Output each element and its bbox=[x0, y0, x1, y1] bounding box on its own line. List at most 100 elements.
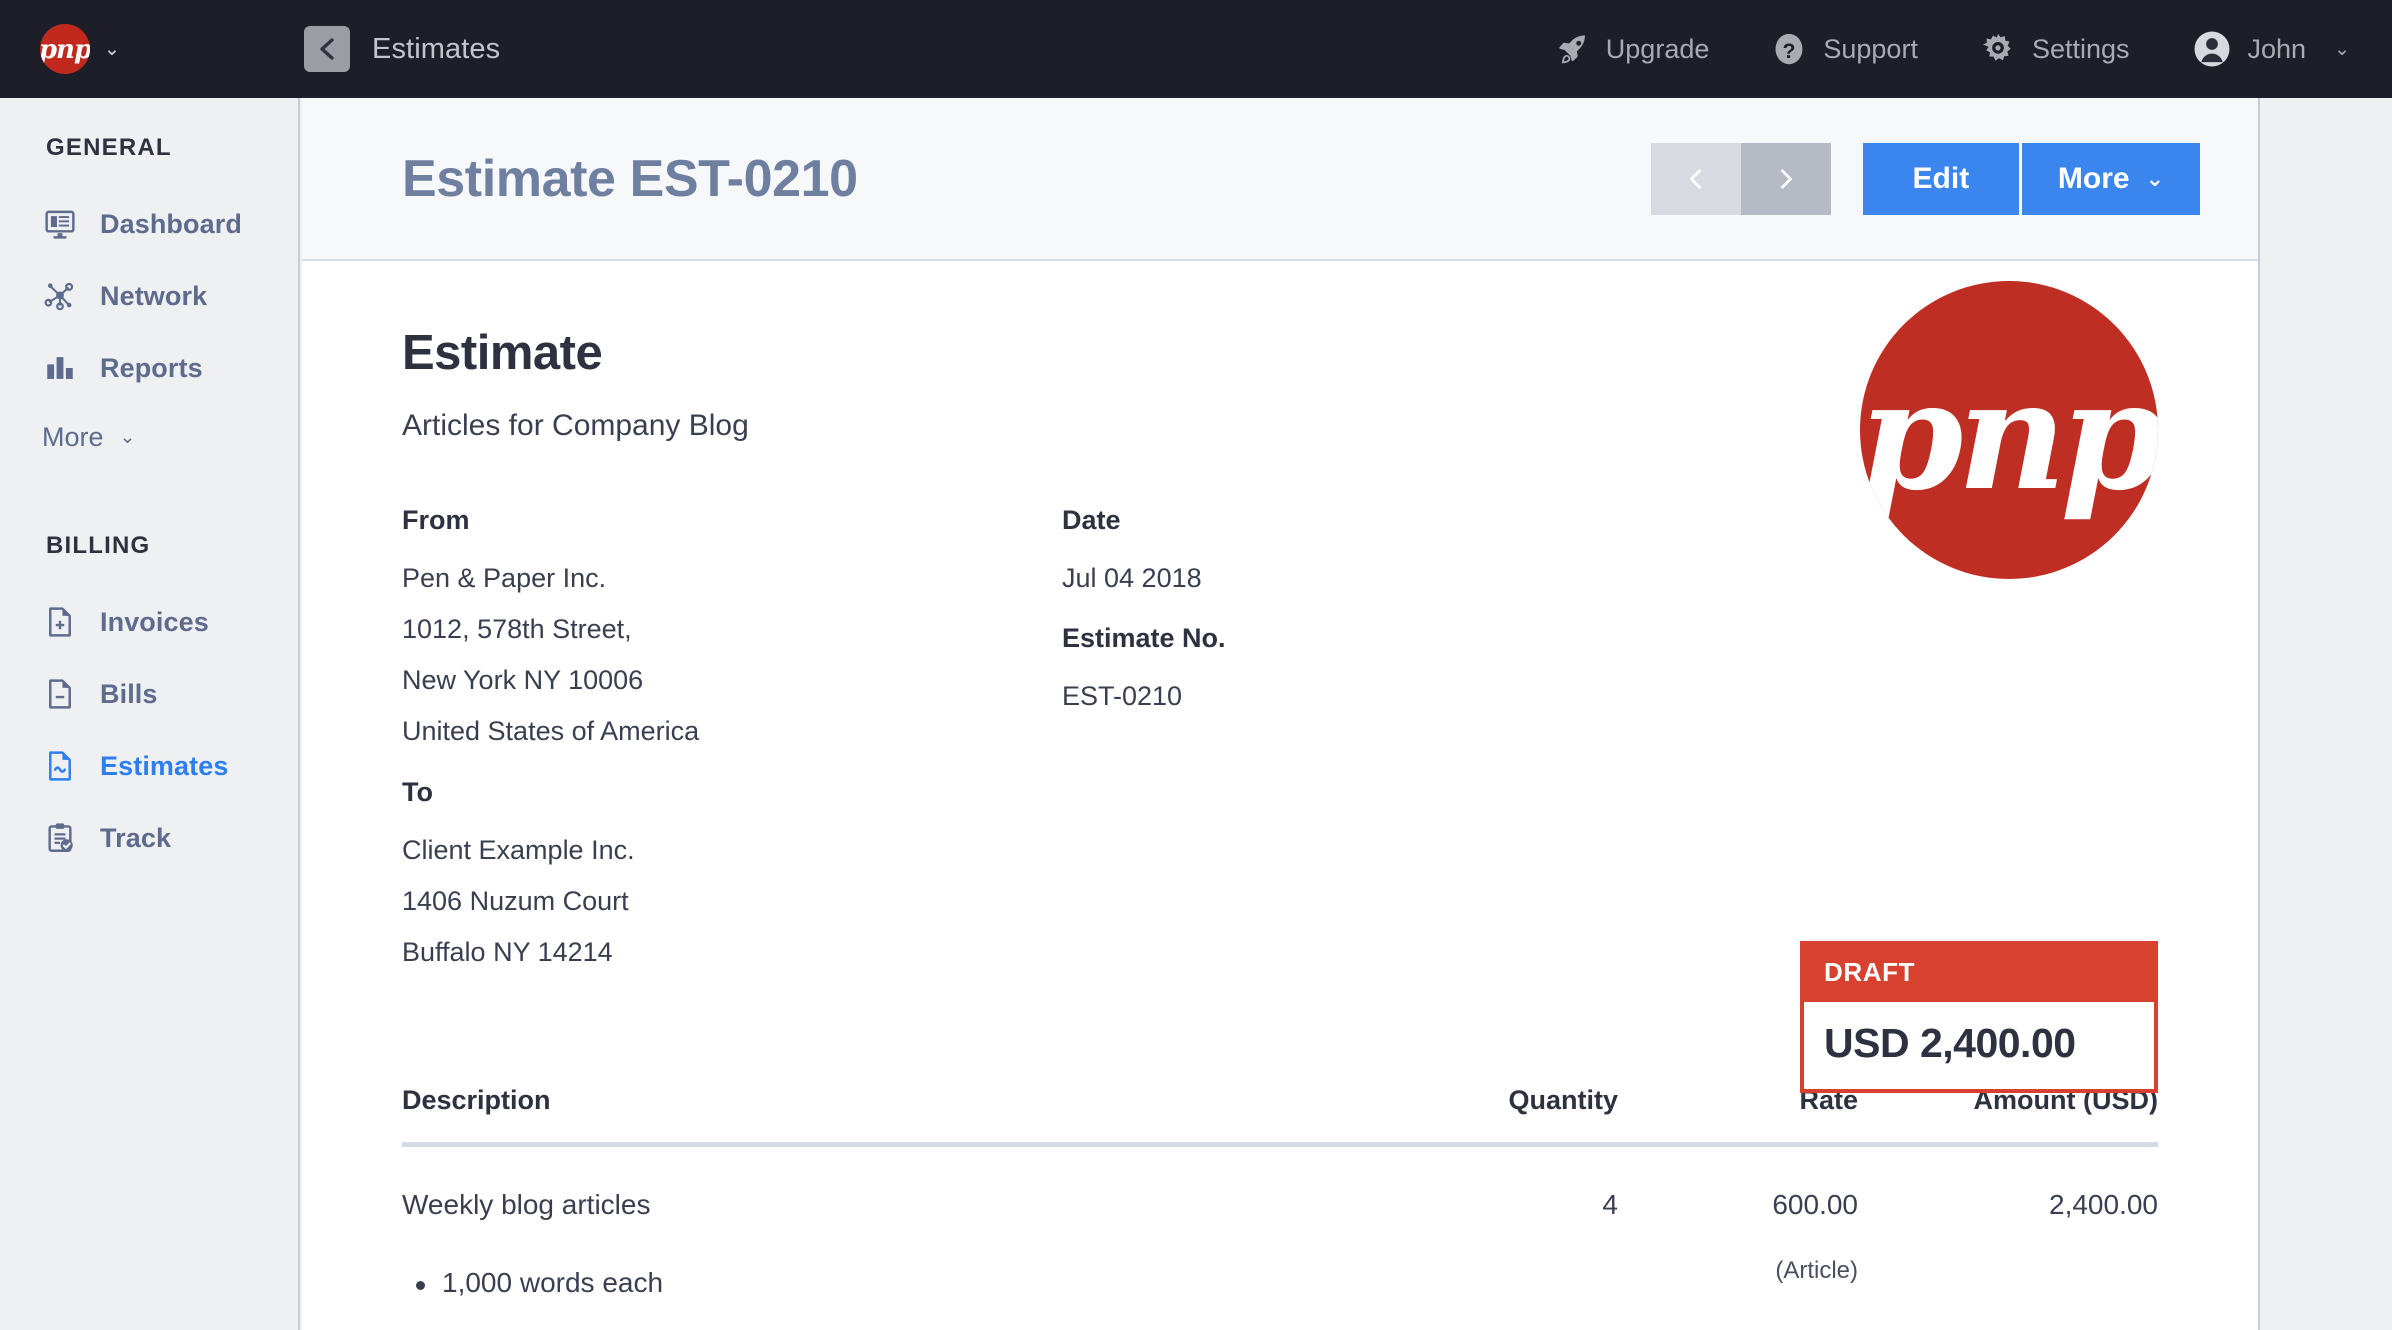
nav-item-label: John bbox=[2248, 34, 2307, 65]
sidebar-item-label: Dashboard bbox=[100, 209, 242, 240]
more-button-label: More bbox=[2058, 162, 2130, 196]
table-header: Description Quantity Rate Amount (USD) bbox=[402, 1085, 2158, 1145]
from-line: 1012, 578th Street, bbox=[402, 615, 1062, 644]
edit-button[interactable]: Edit bbox=[1863, 143, 2019, 215]
top-nav-actions: Upgrade ? Support Settings bbox=[1556, 29, 2392, 69]
to-line: 1406 Nuzum Court bbox=[402, 887, 1062, 916]
page-header: Estimate EST-0210 Edit More ⌄ bbox=[302, 98, 2258, 261]
from-to-column: From Pen & Paper Inc. 1012, 578th Street… bbox=[402, 505, 1062, 989]
next-estimate-button[interactable] bbox=[1741, 143, 1831, 215]
estimate-no-block: Estimate No. EST-0210 bbox=[1062, 623, 1682, 711]
nav-item-label: Settings bbox=[2032, 34, 2130, 65]
chevron-down-icon: ⌄ bbox=[2146, 166, 2164, 192]
breadcrumb: Estimates bbox=[304, 26, 500, 72]
sidebar-item-estimates[interactable]: Estimates bbox=[0, 730, 298, 802]
svg-text:?: ? bbox=[1783, 39, 1796, 63]
from-line: New York NY 10006 bbox=[402, 666, 1062, 695]
date-label: Date bbox=[1062, 505, 1682, 536]
nav-item-user[interactable]: John ⌄ bbox=[2192, 29, 2350, 69]
more-button[interactable]: More ⌄ bbox=[2022, 143, 2200, 215]
sidebar-item-label: Reports bbox=[100, 353, 203, 384]
from-label: From bbox=[402, 505, 1062, 536]
gear-icon bbox=[1980, 31, 2016, 67]
line-item-bullets: 1,000 words each Topic research bbox=[402, 1267, 1388, 1330]
chevron-down-icon[interactable]: ⌄ bbox=[2334, 38, 2350, 61]
company-logo-icon: pnp bbox=[1860, 281, 2158, 579]
column-header-rate: Rate bbox=[1618, 1085, 1858, 1145]
nav-item-support[interactable]: ? Support bbox=[1771, 31, 1918, 67]
line-item-title: Weekly blog articles bbox=[402, 1189, 1388, 1221]
sidebar-item-label: Estimates bbox=[100, 751, 228, 782]
to-block: To Client Example Inc. 1406 Nuzum Court … bbox=[402, 777, 1062, 967]
chevron-down-icon[interactable]: ⌄ bbox=[104, 40, 120, 59]
nav-item-settings[interactable]: Settings bbox=[1980, 31, 2130, 67]
monitor-icon bbox=[42, 207, 78, 241]
sidebar-item-label: Bills bbox=[100, 679, 158, 710]
status-total-box: DRAFT USD 2,400.00 bbox=[1800, 941, 2158, 1093]
sidebar-more-label: More bbox=[42, 422, 104, 453]
to-line: Client Example Inc. bbox=[402, 836, 1062, 865]
brand-area[interactable]: pnp ⌄ bbox=[0, 0, 300, 98]
cell-description: Weekly blog articles 1,000 words each To… bbox=[402, 1145, 1388, 1330]
nav-item-label: Support bbox=[1823, 34, 1918, 65]
breadcrumb-label[interactable]: Estimates bbox=[372, 33, 500, 66]
top-navbar: pnp ⌄ Estimates Upgrade bbox=[0, 0, 2392, 98]
rate-value: 600.00 bbox=[1618, 1189, 1858, 1221]
from-block: From Pen & Paper Inc. 1012, 578th Street… bbox=[402, 505, 1062, 747]
nav-item-label: Upgrade bbox=[1606, 34, 1710, 65]
sidebar-item-invoices[interactable]: Invoices bbox=[0, 586, 298, 658]
line-items-table: Description Quantity Rate Amount (USD) W… bbox=[402, 1085, 2158, 1330]
table-body: Weekly blog articles 1,000 words each To… bbox=[402, 1145, 2158, 1330]
sidebar-item-network[interactable]: Network bbox=[0, 260, 298, 332]
sidebar-item-label: Invoices bbox=[100, 607, 209, 638]
column-header-amount: Amount (USD) bbox=[1858, 1085, 2158, 1145]
sidebar-more-toggle[interactable]: More ⌄ bbox=[0, 404, 298, 470]
chevron-left-icon bbox=[315, 35, 339, 63]
estimate-document: pnp Estimate Articles for Company Blog F… bbox=[302, 261, 2258, 1330]
sidebar: GENERAL Dashboard bbox=[0, 98, 300, 1330]
sidebar-section-billing: BILLING bbox=[0, 532, 298, 560]
column-header-quantity: Quantity bbox=[1388, 1085, 1618, 1145]
network-nodes-icon bbox=[42, 279, 78, 313]
sidebar-section-general: GENERAL bbox=[0, 134, 298, 162]
date-value: Jul 04 2018 bbox=[1062, 564, 1682, 593]
document-meta: From Pen & Paper Inc. 1012, 578th Street… bbox=[402, 505, 2158, 989]
from-line: Pen & Paper Inc. bbox=[402, 564, 1062, 593]
sidebar-item-dashboard[interactable]: Dashboard bbox=[0, 188, 298, 260]
nav-item-upgrade[interactable]: Upgrade bbox=[1556, 32, 1710, 66]
rocket-icon bbox=[1556, 32, 1590, 66]
chevron-right-icon bbox=[1775, 166, 1797, 192]
sidebar-item-reports[interactable]: Reports bbox=[0, 332, 298, 404]
date-block: Date Jul 04 2018 bbox=[1062, 505, 1682, 593]
brand-logo-icon[interactable]: pnp bbox=[40, 24, 90, 74]
date-column: Date Jul 04 2018 Estimate No. EST-0210 bbox=[1062, 505, 1682, 989]
status-badge: DRAFT bbox=[1804, 945, 2154, 1002]
document-plus-icon bbox=[42, 605, 78, 639]
chevron-down-icon: ⌄ bbox=[120, 426, 136, 449]
question-circle-icon: ? bbox=[1771, 31, 1807, 67]
edit-button-label: Edit bbox=[1913, 162, 1970, 196]
chevron-left-icon bbox=[1685, 166, 1707, 192]
estimate-no-label: Estimate No. bbox=[1062, 623, 1682, 654]
bar-chart-icon bbox=[42, 351, 78, 385]
main-content: Estimate EST-0210 Edit More ⌄ pnp bbox=[302, 98, 2260, 1330]
company-logo-text: pnp bbox=[1860, 361, 2158, 511]
right-gutter bbox=[2262, 98, 2392, 1330]
clipboard-check-icon bbox=[42, 821, 78, 855]
table-row: Weekly blog articles 1,000 words each To… bbox=[402, 1145, 2158, 1330]
sidebar-item-track[interactable]: Track bbox=[0, 802, 298, 874]
page-title: Estimate EST-0210 bbox=[402, 149, 858, 209]
column-header-description: Description bbox=[402, 1085, 1388, 1145]
cell-quantity: 4 bbox=[1388, 1145, 1618, 1330]
rate-unit: (Article) bbox=[1618, 1257, 1858, 1285]
previous-estimate-button[interactable] bbox=[1651, 143, 1741, 215]
back-button[interactable] bbox=[304, 26, 350, 72]
sidebar-item-label: Network bbox=[100, 281, 207, 312]
estimate-no-value: EST-0210 bbox=[1062, 682, 1682, 711]
from-line: United States of America bbox=[402, 717, 1062, 746]
document-minus-icon bbox=[42, 677, 78, 711]
sidebar-item-bills[interactable]: Bills bbox=[0, 658, 298, 730]
total-amount: USD 2,400.00 bbox=[1804, 1002, 2154, 1089]
document-wave-icon bbox=[42, 749, 78, 783]
brand-logo-text: pnp bbox=[40, 37, 90, 63]
